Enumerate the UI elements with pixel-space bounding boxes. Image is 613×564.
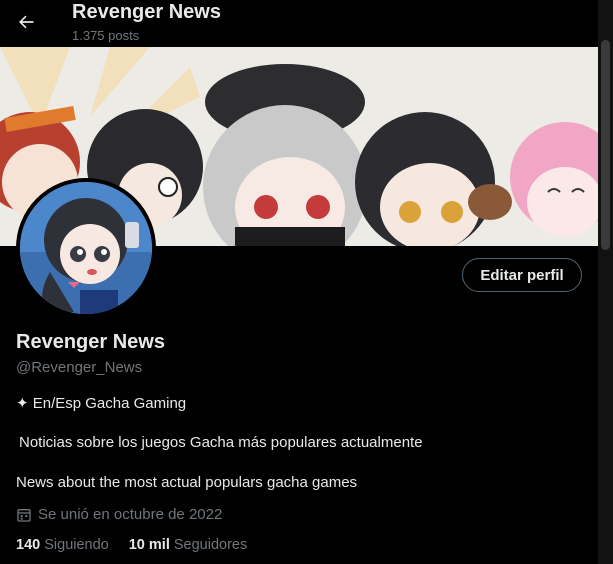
calendar-icon (17, 508, 31, 522)
join-date-text: Se unió en octubre de 2022 (38, 506, 223, 523)
followers-count: 10 mil (128, 537, 170, 553)
scrollbar[interactable] (598, 0, 613, 564)
following-count: 140 (16, 537, 41, 553)
bio-line: News about the most actual populars gach… (16, 474, 358, 491)
followers-link[interactable]: 10 mil Seguidores (129, 537, 248, 553)
bio-line: Noticias sobre los juegos Gacha más popu… (19, 434, 423, 451)
follow-stats: 140 Siguiendo 10 mil Seguidores (16, 537, 247, 553)
bio-line: ✦ En/Esp Gacha Gaming (16, 395, 187, 412)
following-link[interactable]: 140 Siguiendo (16, 537, 109, 553)
profile-name: Revenger News (16, 331, 165, 353)
following-label: Siguiendo (44, 537, 109, 553)
header-title: Revenger News (72, 1, 221, 23)
avatar-illustration (20, 182, 152, 314)
back-button[interactable] (10, 6, 42, 38)
post-count: 1.375 posts (72, 28, 140, 43)
followers-label: Seguidores (173, 537, 248, 553)
join-date: Se unió en octubre de 2022 (16, 506, 222, 523)
scrollbar-thumb[interactable] (601, 40, 610, 250)
avatar[interactable] (16, 178, 156, 318)
profile-header: Revenger News 1.375 posts (0, 0, 598, 47)
arrow-left-icon (19, 15, 34, 29)
profile-handle: @Revenger_News (16, 359, 143, 376)
edit-profile-button[interactable]: Editar perfil (462, 258, 582, 292)
